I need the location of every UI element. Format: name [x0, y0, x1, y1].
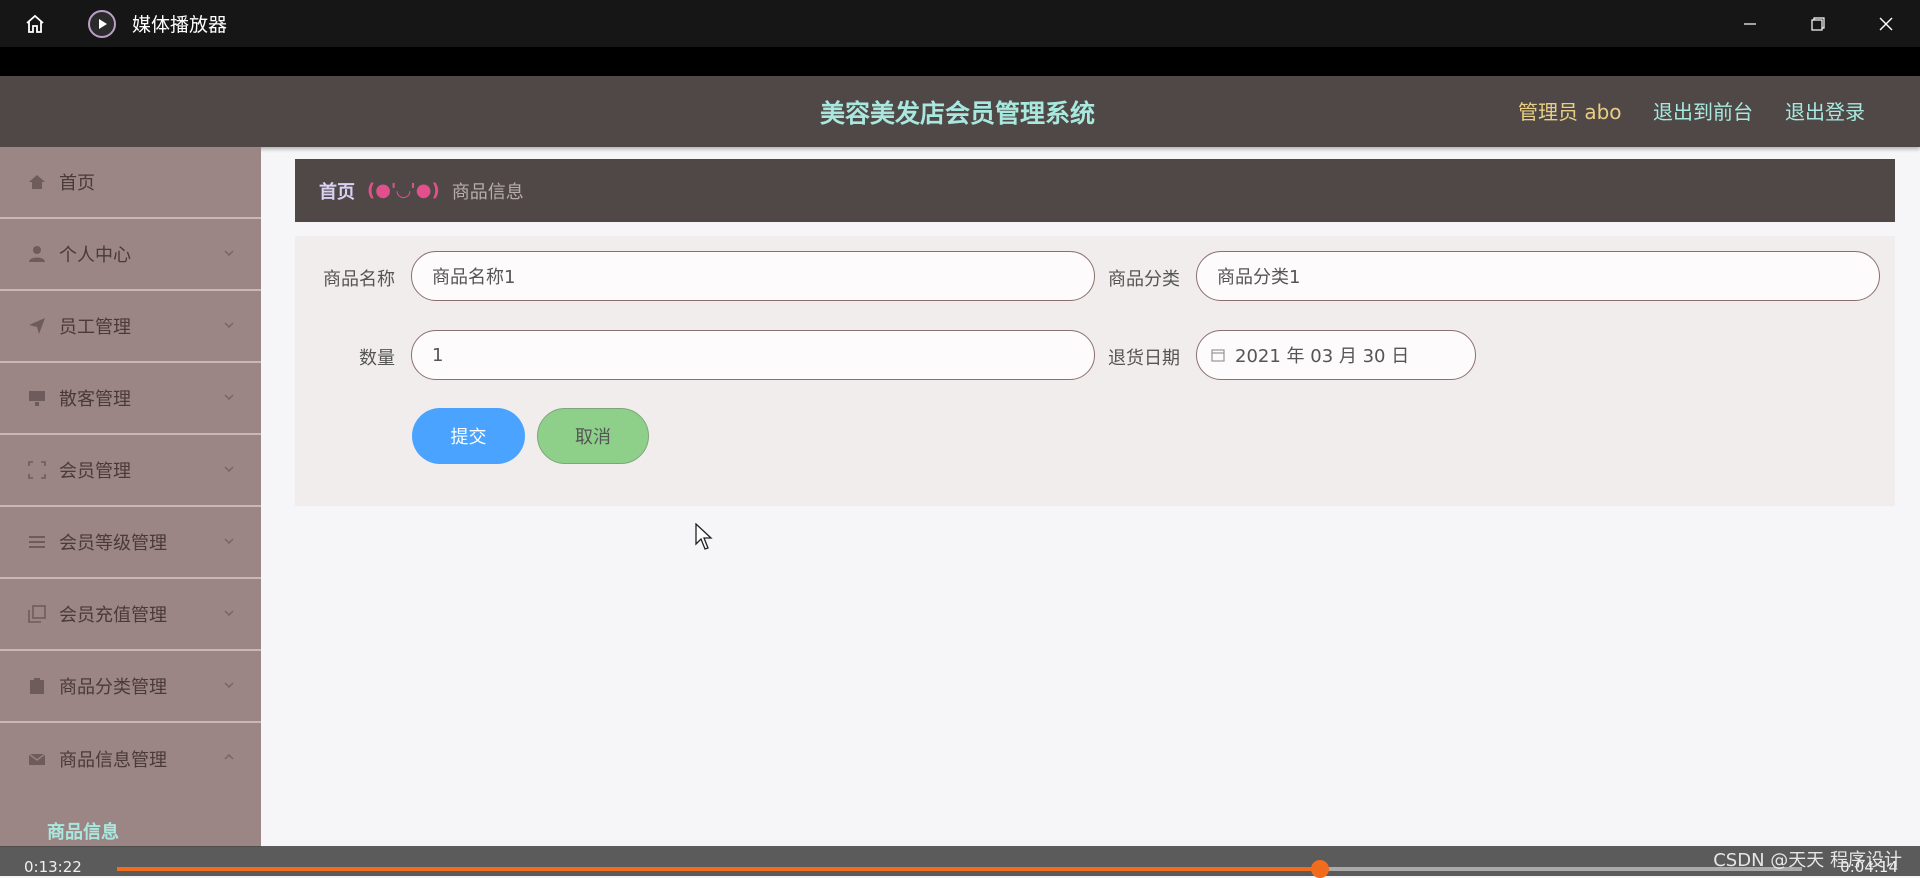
chevron-down-icon	[224, 538, 234, 544]
sidebar-item-staff[interactable]: 员工管理	[0, 291, 261, 363]
product-category-label: 商品分类	[1108, 269, 1180, 290]
chevron-down-icon	[224, 610, 234, 616]
minimize-icon	[1744, 22, 1756, 25]
window-controls	[1716, 0, 1920, 47]
sidebar-item-label: 员工管理	[59, 317, 131, 338]
player-title: 媒体播放器	[132, 14, 228, 36]
play-icon	[88, 9, 116, 38]
sidebar-item-label: 个人中心	[59, 245, 131, 266]
breadcrumb-separator: (●'◡'●)	[367, 180, 440, 201]
monitor-icon	[28, 389, 46, 407]
video-letterbox	[0, 47, 1920, 76]
home-icon	[28, 173, 46, 191]
chevron-up-icon	[224, 754, 234, 760]
quantity-input[interactable]: 1	[411, 330, 1095, 380]
mouse-cursor-icon	[695, 523, 713, 550]
elapsed-time: 0:13:22	[24, 858, 82, 876]
return-date-picker[interactable]: 2021 年 03 月 30 日	[1196, 330, 1476, 380]
player-timeline: 0:13:22 0:04:14 CSDN @天天 程序设计	[0, 846, 1920, 878]
chevron-down-icon	[224, 682, 234, 688]
sidebar: 首页 个人中心 员工管理 散客管理 会员管理 会员等级管理 会员充值管理 商品分…	[0, 147, 261, 847]
sidebar-item-label: 首页	[59, 173, 95, 194]
product-name-input[interactable]: 商品名称1	[411, 251, 1095, 301]
sidebar-item-label: 商品信息管理	[59, 750, 167, 771]
product-category-value: 商品分类1	[1217, 267, 1301, 288]
sidebar-item-label: 散客管理	[59, 389, 131, 410]
sidebar-item-member-levels[interactable]: 会员等级管理	[0, 507, 261, 579]
user-icon	[28, 245, 46, 263]
admin-username: 管理员 abo	[1518, 100, 1622, 124]
product-name-label: 商品名称	[323, 269, 395, 290]
sidebar-item-personal-center[interactable]: 个人中心	[0, 219, 261, 291]
app-header: 美容美发店会员管理系统 管理员 abo 退出到前台 退出登录	[0, 76, 1920, 147]
product-name-value: 商品名称1	[432, 267, 516, 288]
logout-link[interactable]: 退出登录	[1785, 96, 1865, 125]
breadcrumb-home[interactable]: 首页	[319, 178, 355, 204]
breadcrumb-current: 商品信息	[451, 181, 524, 203]
return-date-label: 退货日期	[1108, 348, 1180, 369]
calendar-icon	[1211, 349, 1225, 362]
return-date-value: 2021 年 03 月 30 日	[1235, 346, 1410, 367]
home-button[interactable]	[0, 0, 70, 47]
restore-button[interactable]	[1784, 0, 1852, 47]
sidebar-item-product-categories[interactable]: 商品分类管理	[0, 651, 261, 723]
product-category-input[interactable]: 商品分类1	[1196, 251, 1880, 301]
breadcrumb: 首页 (●'◡'●) 商品信息	[295, 159, 1895, 222]
frame-icon	[28, 461, 46, 479]
mail-icon	[28, 750, 46, 768]
sidebar-item-label: 会员充值管理	[59, 605, 167, 626]
app-title: 美容美发店会员管理系统	[820, 99, 1096, 128]
sidebar-item-member-recharge[interactable]: 会员充值管理	[0, 579, 261, 651]
chevron-down-icon	[224, 250, 234, 256]
seek-bar-thumb[interactable]	[1311, 860, 1330, 878]
quantity-value: 1	[432, 344, 444, 366]
clipboard-icon	[28, 677, 46, 695]
back-to-frontend-link[interactable]: 退出到前台	[1653, 96, 1753, 125]
list-icon	[28, 533, 46, 551]
product-form: 商品名称 商品名称1 商品分类 商品分类1 数量 1 退货日期 2021 年 0…	[295, 236, 1895, 506]
sidebar-item-product-info[interactable]: 商品信息管理	[0, 723, 261, 795]
restore-icon	[1811, 16, 1825, 31]
sidebar-item-home[interactable]: 首页	[0, 147, 261, 219]
sidebar-item-label: 会员等级管理	[59, 533, 167, 554]
watermark: CSDN @天天 程序设计	[1713, 850, 1902, 871]
submit-button[interactable]: 提交	[412, 408, 525, 464]
minimize-button[interactable]	[1716, 0, 1784, 47]
cancel-button[interactable]: 取消	[537, 408, 649, 464]
sidebar-item-members[interactable]: 会员管理	[0, 435, 261, 507]
chevron-down-icon	[224, 322, 234, 328]
chevron-down-icon	[224, 394, 234, 400]
seek-bar[interactable]	[117, 860, 1802, 878]
sidebar-item-label: 会员管理	[59, 461, 131, 482]
sidebar-item-label: 商品分类管理	[59, 677, 167, 698]
seek-bar-progress	[117, 867, 1321, 871]
sidebar-item-walkin-customers[interactable]: 散客管理	[0, 363, 261, 435]
sidebar-subitem-product-info[interactable]: 商品信息	[0, 795, 261, 847]
home-icon	[26, 14, 44, 33]
close-button[interactable]	[1852, 0, 1920, 47]
player-title-bar: 媒体播放器	[0, 0, 1920, 47]
quantity-label: 数量	[359, 348, 395, 369]
send-icon	[28, 317, 46, 335]
chevron-down-icon	[224, 466, 234, 472]
copy-icon	[28, 605, 46, 623]
close-icon	[1879, 17, 1893, 30]
